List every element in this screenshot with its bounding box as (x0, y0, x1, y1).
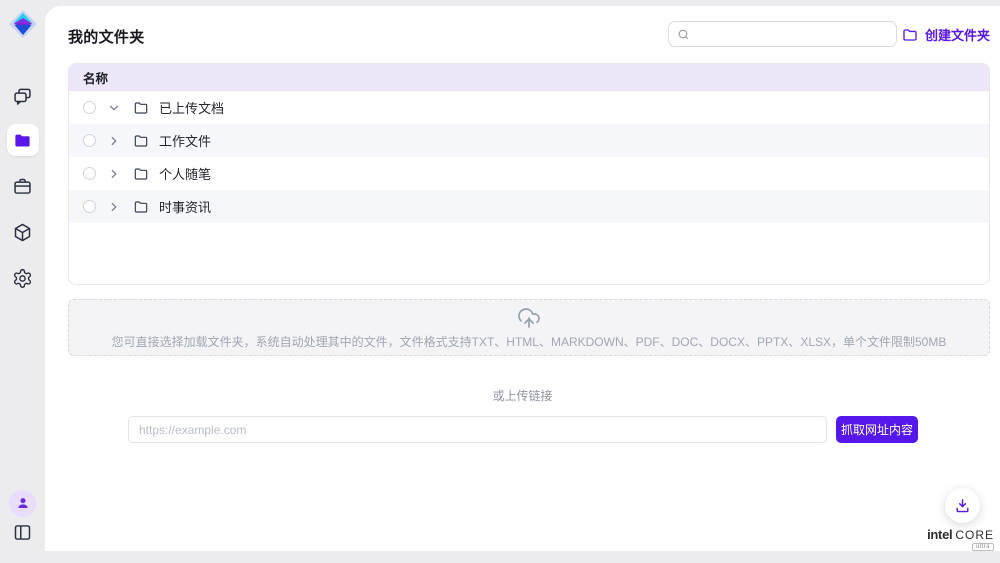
download-icon (954, 497, 971, 514)
url-upload-row: 抓取网址内容 (128, 416, 918, 443)
folder-plus-icon (902, 27, 918, 43)
create-folder-button[interactable]: 创建文件夹 (902, 25, 990, 44)
ultra-badge: ultra (972, 543, 994, 551)
folder-icon (133, 100, 149, 116)
create-folder-label: 创建文件夹 (925, 25, 990, 44)
cloud-upload-icon (517, 306, 541, 330)
gear-icon (12, 268, 33, 289)
chevron-right-icon[interactable] (107, 167, 121, 181)
panel-layout-icon (12, 522, 33, 543)
avatar (9, 490, 36, 517)
sidebar-item-folders[interactable] (0, 124, 45, 156)
folder-row[interactable]: 个人随笔 (69, 157, 989, 190)
chevron-right-icon[interactable] (107, 200, 121, 214)
folder-icon (13, 131, 32, 150)
folder-table: 名称 已上传文档 工作文件 (68, 63, 990, 285)
folder-name: 个人随笔 (159, 164, 211, 183)
sidebar-item-settings[interactable] (0, 262, 45, 294)
folder-name: 工作文件 (159, 131, 211, 150)
briefcase-icon (12, 176, 33, 197)
download-fab-button[interactable] (945, 488, 980, 523)
intel-logo-text: intel (927, 527, 952, 542)
user-icon (15, 495, 31, 511)
chevron-down-icon[interactable] (107, 101, 121, 115)
sidebar-item-models[interactable] (0, 216, 45, 248)
or-upload-link-label: 或上传链接 (45, 387, 1000, 404)
table-body: 已上传文档 工作文件 个人随笔 (69, 91, 989, 223)
url-input[interactable] (128, 416, 827, 443)
search-icon (677, 28, 690, 41)
chat-icon (12, 86, 33, 107)
cube-icon (12, 222, 33, 243)
sidebar-item-workspace[interactable] (0, 170, 45, 202)
row-checkbox[interactable] (83, 134, 96, 147)
folder-name: 已上传文档 (159, 98, 224, 117)
folder-icon (133, 199, 149, 215)
sidebar-item-chat[interactable] (0, 80, 45, 112)
page-title: 我的文件夹 (68, 26, 145, 47)
folder-row[interactable]: 工作文件 (69, 124, 989, 157)
row-checkbox[interactable] (83, 101, 96, 114)
folder-icon (133, 133, 149, 149)
sidebar-item-account[interactable] (0, 487, 45, 519)
search-box[interactable] (668, 21, 897, 47)
chevron-right-icon[interactable] (107, 134, 121, 148)
row-checkbox[interactable] (83, 167, 96, 180)
folder-icon (133, 166, 149, 182)
table-header-name: 名称 (69, 64, 989, 91)
fetch-url-button[interactable]: 抓取网址内容 (836, 416, 918, 443)
intel-core-logo: intel core ultra (928, 527, 994, 551)
row-checkbox[interactable] (83, 200, 96, 213)
folder-row[interactable]: 时事资讯 (69, 190, 989, 223)
app-logo-icon[interactable] (8, 9, 38, 39)
core-logo-text: core (955, 528, 994, 542)
sidebar (0, 0, 45, 563)
folder-name: 时事资讯 (159, 197, 211, 216)
sidebar-item-collapse[interactable] (0, 516, 45, 548)
upload-dropzone[interactable]: 您可直接选择加载文件夹，系统自动处理其中的文件，文件格式支持TXT、HTML、M… (68, 299, 990, 356)
upload-hint: 您可直接选择加载文件夹，系统自动处理其中的文件，文件格式支持TXT、HTML、M… (112, 333, 947, 350)
folder-row[interactable]: 已上传文档 (69, 91, 989, 124)
main-panel: 我的文件夹 创建文件夹 名称 已上传文档 (45, 6, 1000, 551)
search-input[interactable] (696, 27, 888, 41)
